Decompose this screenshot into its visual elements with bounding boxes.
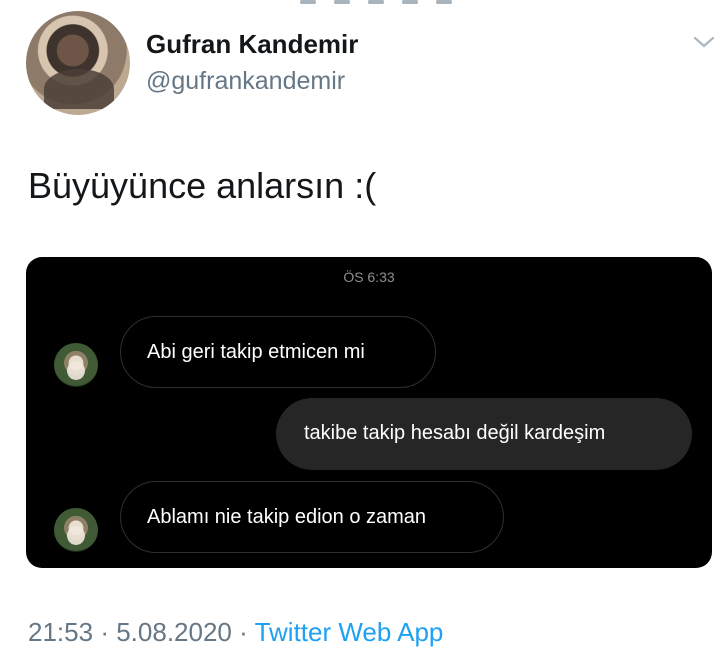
dm-timestamp: ÖS 6:33 [343,269,395,285]
incoming-message: Abi geri takip etmicen mi [120,316,436,388]
tweet-date[interactable]: 5.08.2020 [116,617,232,647]
tweet-metadata: 21:53 · 5.08.2020 · Twitter Web App [28,613,443,651]
incoming-message: Ablamı nie takip edion o zaman [120,481,504,553]
sender-avatar [54,343,98,387]
chevron-down-icon[interactable] [692,34,716,50]
outgoing-message: takibe takip hesabı değil kardeşim [276,398,692,470]
tweet-text: Büyüyünce anlarsın :( [28,165,377,206]
metadata-separator: · [239,617,248,647]
tweet-time[interactable]: 21:53 [28,617,93,647]
display-name[interactable]: Gufran Kandemir [146,28,358,60]
tweet-source-link[interactable]: Twitter Web App [255,617,444,647]
metadata-separator: · [100,617,109,647]
user-handle[interactable]: @gufrankandemir [146,65,345,97]
profile-avatar[interactable] [26,11,130,115]
sender-avatar [54,508,98,552]
previous-tweet-fragment [300,0,520,4]
attached-dm-screenshot[interactable]: ÖS 6:33 Abi geri takip etmicen mi takibe… [26,257,712,568]
